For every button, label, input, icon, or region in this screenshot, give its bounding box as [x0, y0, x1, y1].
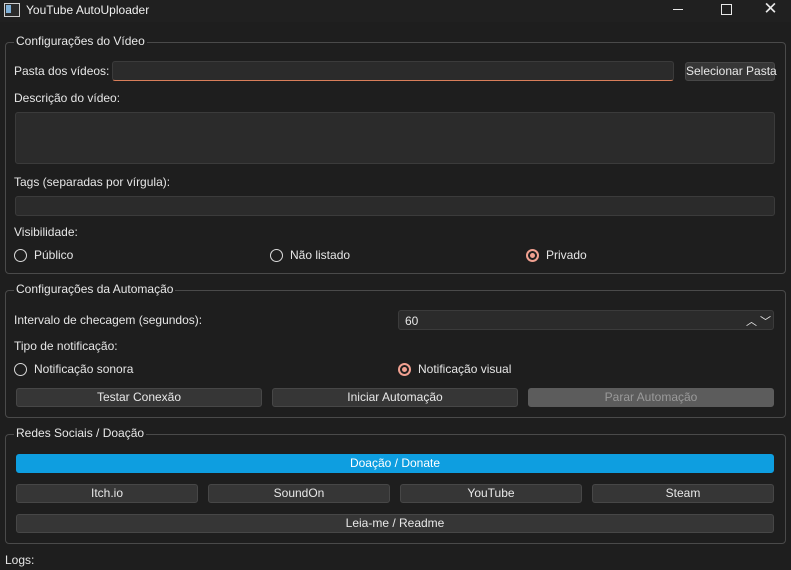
interval-value: 60	[405, 314, 419, 328]
itchio-button[interactable]: Itch.io	[16, 484, 198, 503]
radio-circle	[14, 248, 27, 262]
start-automation-button[interactable]: Iniciar Automação	[272, 388, 518, 407]
radio-label: Não listado	[290, 248, 351, 262]
title-bar: YouTube AutoUploader ✕	[0, 0, 791, 22]
stop-automation-button[interactable]: Parar Automação	[528, 388, 774, 407]
interval-label: Intervalo de checagem (segundos):	[14, 313, 203, 327]
notification-visual-radio[interactable]: Notificação visual	[398, 362, 511, 376]
radio-circle-checked	[526, 248, 539, 262]
visibility-label: Visibilidade:	[14, 225, 78, 239]
folder-input[interactable]	[112, 61, 674, 81]
radio-label: Notificação visual	[418, 362, 512, 376]
radio-label: Público	[34, 248, 74, 262]
description-label: Descrição do vídeo:	[14, 91, 121, 105]
radio-label: Notificação sonora	[34, 362, 134, 376]
visibility-private-radio[interactable]: Privado	[526, 248, 587, 262]
chevron-down-icon[interactable]: ﹀	[760, 313, 771, 329]
video-config-legend: Configurações do Vídeo	[14, 34, 147, 48]
notification-label: Tipo de notificação:	[14, 339, 118, 353]
maximize-button[interactable]	[704, 0, 749, 22]
tags-label: Tags (separadas por vírgula):	[14, 175, 171, 189]
select-folder-button[interactable]: Selecionar Pasta	[685, 62, 777, 81]
radio-circle-checked	[398, 362, 411, 376]
notification-sound-radio[interactable]: Notificação sonora	[14, 362, 133, 376]
logs-label: Logs:	[5, 553, 35, 567]
app-icon	[4, 3, 20, 17]
readme-button[interactable]: Leia-me / Readme	[16, 514, 774, 533]
youtube-button[interactable]: YouTube	[400, 484, 582, 503]
radio-label: Privado	[546, 248, 587, 262]
tags-input[interactable]	[15, 196, 775, 216]
minimize-icon	[673, 9, 683, 10]
radio-circle	[270, 248, 283, 262]
donate-button[interactable]: Doação / Donate	[16, 454, 774, 473]
close-button[interactable]: ✕	[748, 0, 791, 22]
visibility-unlisted-radio[interactable]: Não listado	[270, 248, 350, 262]
soundon-button[interactable]: SoundOn	[208, 484, 390, 503]
social-legend: Redes Sociais / Doação	[14, 426, 147, 440]
radio-circle	[14, 362, 27, 376]
steam-button[interactable]: Steam	[592, 484, 774, 503]
interval-spinbox[interactable]: 60 ︿ ﹀	[398, 310, 774, 330]
minimize-button[interactable]	[656, 0, 701, 22]
description-textarea[interactable]	[15, 112, 775, 164]
close-icon: ✕	[763, 0, 778, 18]
visibility-public-radio[interactable]: Público	[14, 248, 73, 262]
chevron-up-icon[interactable]: ︿	[746, 313, 757, 329]
window-title: YouTube AutoUploader	[26, 3, 150, 17]
maximize-icon	[721, 4, 732, 15]
test-connection-button[interactable]: Testar Conexão	[16, 388, 262, 407]
folder-label: Pasta dos vídeos:	[14, 64, 110, 78]
automation-config-legend: Configurações da Automação	[14, 282, 176, 296]
